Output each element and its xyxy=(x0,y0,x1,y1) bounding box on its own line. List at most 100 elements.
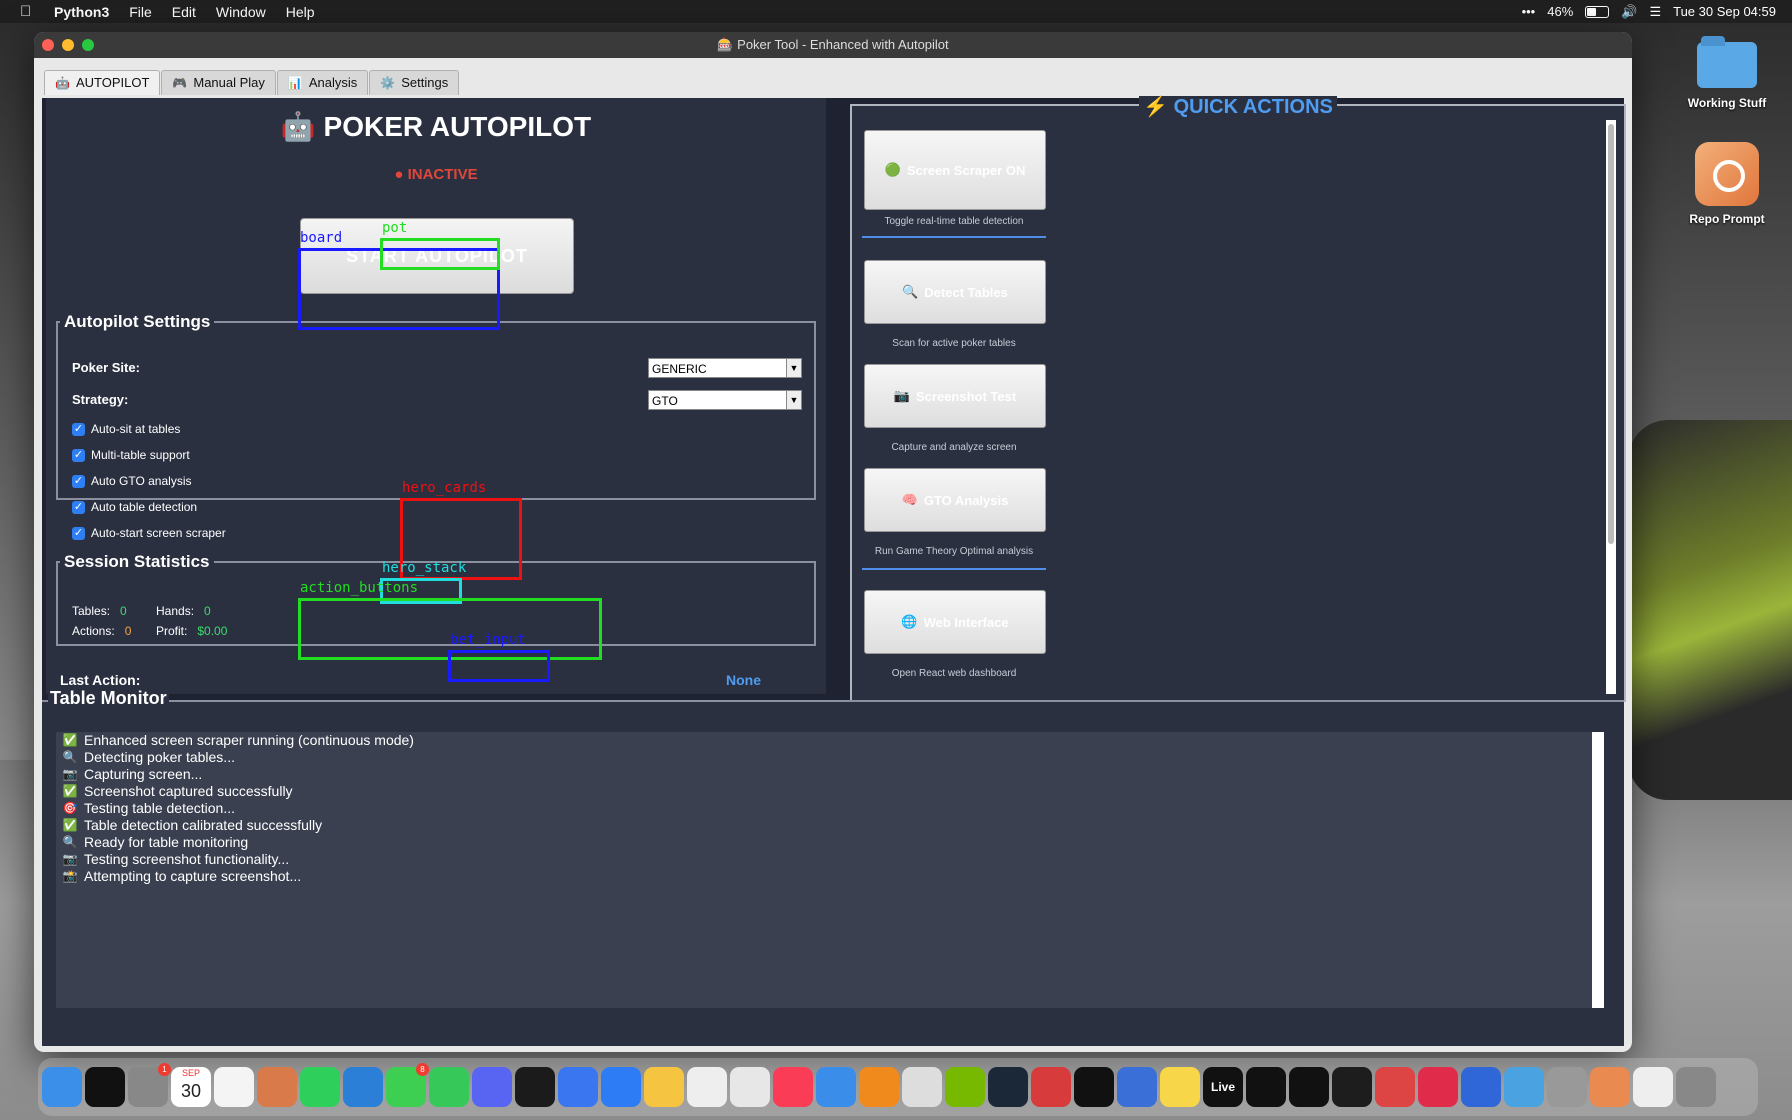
plane-icon[interactable] xyxy=(816,1067,856,1107)
discord-icon[interactable] xyxy=(472,1067,512,1107)
freeform-icon[interactable] xyxy=(730,1067,770,1107)
poker-site-label: Poker Site: xyxy=(72,360,140,375)
screenshot-test-desc: Capture and analyze screen xyxy=(891,442,1017,453)
facetime-icon[interactable]: 8 xyxy=(386,1063,429,1107)
desktop-app-repo-prompt[interactable]: Repo Prompt xyxy=(1672,142,1782,226)
tab-settings[interactable]: ⚙️ Settings xyxy=(369,70,460,95)
trash-icon[interactable] xyxy=(1676,1067,1716,1107)
gto-analysis-button[interactable]: 🧠 GTO Analysis xyxy=(864,468,1046,532)
screenshot-test-button[interactable]: 📷 Screenshot Test xyxy=(864,364,1046,428)
checkmark-icon: ✓ xyxy=(72,526,85,540)
search-icon: 🔍 xyxy=(902,284,919,299)
claude-icon[interactable] xyxy=(257,1067,297,1107)
checkbox-auto-gto[interactable]: ✓ Auto GTO analysis xyxy=(72,474,192,488)
search-icon: 🔍 xyxy=(62,835,78,849)
clock[interactable]: Tue 30 Sep 04:59 xyxy=(1673,4,1776,19)
document-icon[interactable] xyxy=(1633,1067,1673,1107)
close-button[interactable] xyxy=(42,39,54,51)
battery-icon[interactable] xyxy=(1585,5,1610,18)
log-line: ✅ Table detection calibrated successfully xyxy=(56,817,1592,834)
divider xyxy=(862,568,1046,570)
ableton-live-icon[interactable]: Live xyxy=(1203,1067,1243,1107)
tab-manual-play[interactable]: 🎮 Manual Play xyxy=(161,70,276,95)
log-text: Table detection calibrated successfully xyxy=(84,817,323,833)
detect-tables-button[interactable]: 🔍 Detect Tables xyxy=(864,260,1046,324)
checkbox-auto-sit[interactable]: ✓ Auto-sit at tables xyxy=(72,422,180,436)
xcode-icon[interactable] xyxy=(1375,1067,1415,1107)
checkbox-auto-detect[interactable]: ✓ Auto table detection xyxy=(72,500,197,514)
scrollbar-thumb[interactable] xyxy=(1608,124,1614,544)
stat-hands: Hands: 0 xyxy=(156,604,211,618)
preview-icon[interactable] xyxy=(687,1067,727,1107)
signal-icon[interactable] xyxy=(558,1067,598,1107)
audiobook-icon[interactable] xyxy=(1117,1067,1157,1107)
window-title-bar: 🎰 Poker Tool - Enhanced with Autopilot xyxy=(34,32,1632,58)
tab-autopilot[interactable]: 🤖 AUTOPILOT xyxy=(44,70,161,95)
chrome-icon[interactable] xyxy=(214,1067,254,1107)
checkbox-multi-table[interactable]: ✓ Multi-table support xyxy=(72,448,190,462)
minimize-button[interactable] xyxy=(62,39,74,51)
dots-app-icon[interactable] xyxy=(1031,1067,1071,1107)
detect-tables-desc: Scan for active poker tables xyxy=(892,338,1016,349)
kodi-icon[interactable] xyxy=(1504,1067,1544,1107)
ruby-icon[interactable] xyxy=(1418,1067,1458,1107)
quick-actions-title-text: ⚡ QUICK ACTIONS xyxy=(1139,96,1337,118)
stat-value: 0 xyxy=(120,604,127,618)
harness-app-icon[interactable] xyxy=(1074,1067,1114,1107)
checkmark-icon: ✓ xyxy=(72,448,85,462)
zoom-button[interactable] xyxy=(82,39,94,51)
notes-icon[interactable] xyxy=(1160,1067,1200,1107)
volume-icon[interactable]: 🔊 xyxy=(1621,4,1637,20)
chevron-down-icon: ▼ xyxy=(786,359,801,377)
web-interface-button[interactable]: 🌐 Web Interface xyxy=(864,590,1046,654)
more-icon[interactable]: ••• xyxy=(1522,4,1536,19)
poker-site-select[interactable]: GENERIC ▼ xyxy=(648,358,802,378)
log-text: Attempting to capture screenshot... xyxy=(84,868,302,884)
textedit-icon[interactable] xyxy=(902,1067,942,1107)
page-title: 🤖 POKER AUTOPILOT xyxy=(280,111,592,142)
finder-icon[interactable] xyxy=(42,1067,82,1107)
activity-monitor-icon[interactable] xyxy=(85,1067,125,1107)
menu-edit[interactable]: Edit xyxy=(172,4,196,20)
music-icon[interactable] xyxy=(773,1067,813,1107)
stat-value: 0 xyxy=(124,624,132,638)
vpn-icon[interactable] xyxy=(1461,1067,1501,1107)
checkbox-auto-scraper[interactable]: ✓ Auto-start screen scraper xyxy=(72,526,226,540)
monitor-scrollbar[interactable] xyxy=(1592,732,1604,1008)
quick-actions-scrollbar[interactable] xyxy=(1606,120,1616,694)
trade-republic-icon[interactable] xyxy=(1246,1067,1286,1107)
native-instruments-icon[interactable] xyxy=(1289,1067,1329,1107)
disk-utility-icon[interactable] xyxy=(1547,1067,1587,1107)
system-settings-icon[interactable]: 1 xyxy=(128,1063,171,1107)
menu-window[interactable]: Window xyxy=(216,4,266,20)
strategy-select[interactable]: GTO ▼ xyxy=(648,390,802,410)
poker-site-value: GENERIC xyxy=(652,362,707,376)
menu-app-name[interactable]: Python3 xyxy=(54,4,109,20)
photos-icon[interactable] xyxy=(644,1067,684,1107)
menu-file[interactable]: File xyxy=(129,4,152,20)
desktop-folder-working-stuff[interactable]: Working Stuff xyxy=(1672,36,1782,110)
focus-app-icon[interactable] xyxy=(1332,1067,1372,1107)
vlc-icon[interactable] xyxy=(859,1067,899,1107)
settings-legend: Autopilot Settings xyxy=(64,312,211,331)
calendar-icon[interactable]: SEP 30 xyxy=(171,1067,211,1107)
menu-help[interactable]: Help xyxy=(286,4,315,20)
vscode-icon[interactable] xyxy=(343,1067,383,1107)
calendar-month: SEP xyxy=(181,1068,200,1078)
control-center-icon[interactable]: ☰ xyxy=(1649,4,1661,20)
nvidia-icon[interactable] xyxy=(945,1067,985,1107)
tab-analysis[interactable]: 📊 Analysis xyxy=(276,70,369,95)
stat-actions: Actions: 0 xyxy=(72,624,131,638)
repo-prompt-dock-icon[interactable] xyxy=(1590,1067,1630,1107)
monitor-log[interactable]: ✅ Enhanced screen scraper running (contin… xyxy=(56,732,1592,1008)
messages-icon[interactable] xyxy=(429,1067,469,1107)
terminal-icon[interactable] xyxy=(515,1067,555,1107)
check-icon: ✅ xyxy=(62,733,78,747)
screen-scraper-button[interactable]: 🟢 Screen Scraper ON xyxy=(864,130,1046,210)
overlay-bet-input-label: bet_input xyxy=(450,632,526,648)
steam-icon[interactable] xyxy=(988,1067,1028,1107)
apple-menu-icon[interactable]:  xyxy=(20,3,40,20)
whatsapp-icon[interactable] xyxy=(300,1067,340,1107)
messenger-icon[interactable] xyxy=(601,1067,641,1107)
button-label: Detect Tables xyxy=(924,284,1008,300)
